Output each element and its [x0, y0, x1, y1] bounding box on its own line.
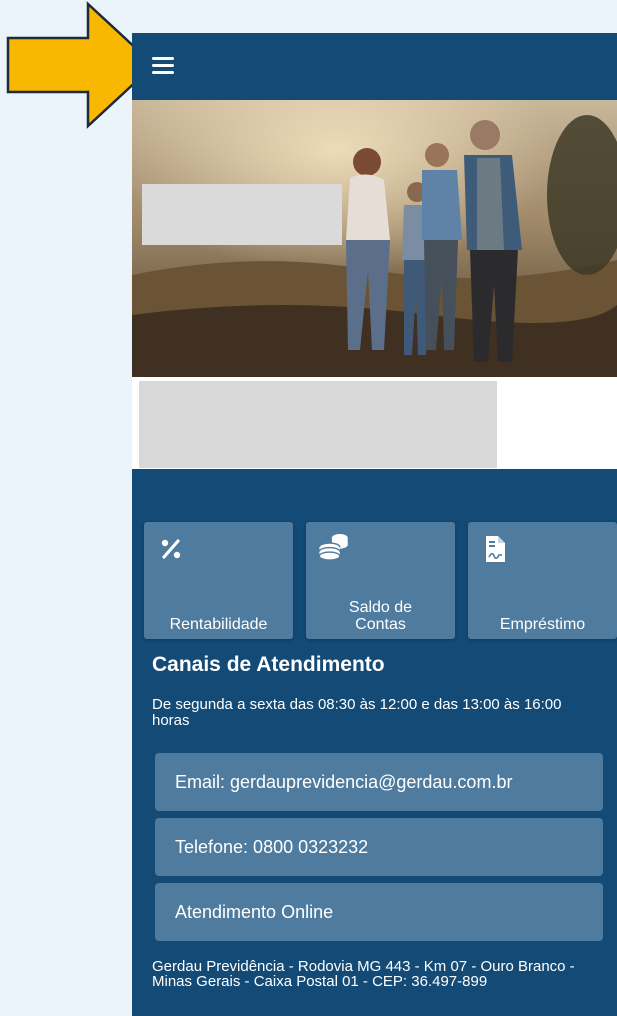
rentabilidade-label: Rentabilidade	[169, 616, 268, 633]
saldo-label-line2: Contas	[355, 616, 406, 633]
welcome-panel	[132, 377, 617, 469]
top-app-bar	[132, 33, 617, 100]
app-screen: Rentabilidade Saldo de Contas Empréstimo…	[132, 33, 617, 1016]
redacted-user-info	[139, 381, 497, 468]
document-signature-icon	[486, 536, 505, 562]
percent-icon	[161, 539, 181, 559]
online-support-button[interactable]: Atendimento Online	[155, 883, 603, 941]
phone-button[interactable]: Telefone: 0800 0323232	[155, 818, 603, 876]
section-title: Canais de Atendimento	[152, 653, 385, 676]
redacted-banner-text	[142, 184, 342, 245]
rentabilidade-tile[interactable]: Rentabilidade	[144, 522, 293, 639]
menu-button[interactable]	[150, 52, 178, 80]
emprestimo-tile[interactable]: Empréstimo	[468, 522, 617, 639]
email-button[interactable]: Email: gerdauprevidencia@gerdau.com.br	[155, 753, 603, 811]
saldo-de-contas-tile[interactable]: Saldo de Contas	[306, 522, 455, 639]
hero-image	[132, 100, 617, 377]
emprestimo-label: Empréstimo	[499, 616, 586, 633]
service-hours: De segunda a sexta das 08:30 às 12:00 e …	[152, 696, 562, 729]
hamburger-menu-icon	[152, 57, 174, 60]
footer-address: Gerdau Previdência - Rodovia MG 443 - Km…	[152, 958, 575, 990]
coins-stack-icon	[318, 533, 348, 561]
saldo-label-line1: Saldo de	[348, 599, 413, 616]
